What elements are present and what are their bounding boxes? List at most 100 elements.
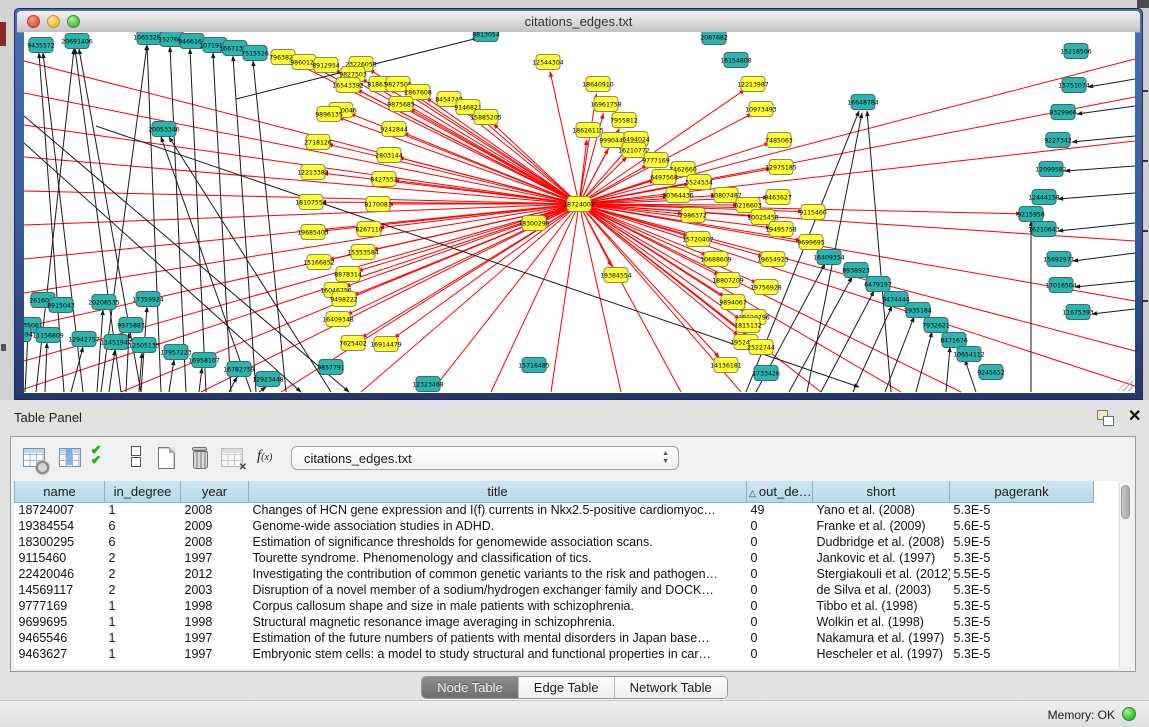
table-row[interactable]: 911546021997Tourette syndrome. Phenomeno… bbox=[15, 550, 1094, 566]
network-node[interactable]: 8912954 bbox=[312, 58, 340, 73]
network-node[interactable]: 17016504 bbox=[1045, 278, 1077, 293]
network-node[interactable]: 7625402 bbox=[339, 336, 367, 351]
network-node[interactable]: 18300295 bbox=[518, 216, 550, 231]
network-node[interactable]: 20206535 bbox=[88, 295, 120, 310]
network-node[interactable]: 7932621 bbox=[922, 318, 950, 333]
table-cell[interactable]: 19384554 bbox=[15, 518, 105, 534]
network-node[interactable]: 9463627 bbox=[764, 190, 792, 205]
table-cell[interactable]: 2012 bbox=[181, 566, 249, 582]
network-node[interactable]: 12923448 bbox=[252, 372, 284, 387]
network-node[interactable]: 8938923 bbox=[842, 263, 870, 278]
table-cell[interactable]: Tibbo et al. (1998) bbox=[813, 598, 950, 614]
table-cell[interactable]: Embryonic stem cells: a model to study s… bbox=[249, 646, 747, 662]
table-cell[interactable]: 22420046 bbox=[15, 566, 105, 582]
table-cell[interactable]: 1 bbox=[105, 630, 181, 646]
table-cell[interactable]: Stergiakouli et al. (2012) bbox=[813, 566, 950, 582]
table-cell[interactable]: 1 bbox=[105, 614, 181, 630]
network-node[interactable]: 2087682 bbox=[700, 32, 728, 45]
network-node[interactable]: 12444158 bbox=[1028, 190, 1060, 205]
column-header-out_de[interactable]: △out_de… bbox=[747, 481, 813, 502]
network-node[interactable]: 9975887 bbox=[117, 318, 145, 333]
network-node[interactable]: 2935184 bbox=[904, 303, 932, 318]
network-node[interactable]: 9777169 bbox=[642, 153, 670, 168]
network-node[interactable]: 20053346 bbox=[148, 122, 180, 137]
network-node[interactable]: 9699695 bbox=[797, 235, 825, 250]
table-cell[interactable]: 2 bbox=[105, 582, 181, 598]
table-cell[interactable]: 0 bbox=[747, 646, 813, 662]
network-node[interactable]: 18724007 bbox=[563, 197, 595, 212]
table-cell[interactable]: Estimation of significance thresholds fo… bbox=[249, 534, 747, 550]
table-cell[interactable]: Dudbridge et al. (2008) bbox=[813, 534, 950, 550]
network-node[interactable]: 12505135 bbox=[128, 338, 160, 353]
table-cell[interactable]: Jankovic et al. (1997) bbox=[813, 550, 950, 566]
delete-table-button[interactable]: ✕ bbox=[219, 445, 245, 471]
network-node[interactable]: 18807209 bbox=[712, 273, 744, 288]
network-node[interactable]: 9115460 bbox=[799, 205, 827, 220]
table-cell[interactable]: 1998 bbox=[181, 598, 249, 614]
network-node[interactable]: 8471676 bbox=[940, 333, 968, 348]
table-cell[interactable]: 5.3E-5 bbox=[950, 582, 1094, 598]
table-cell[interactable]: 0 bbox=[747, 550, 813, 566]
network-node[interactable]: 15720407 bbox=[682, 232, 714, 247]
table-cell[interactable]: 18300295 bbox=[15, 534, 105, 550]
table-cell[interactable]: 0 bbox=[747, 518, 813, 534]
network-node[interactable]: 2803144 bbox=[375, 148, 403, 163]
table-cell[interactable]: 5.3E-5 bbox=[950, 630, 1094, 646]
table-row[interactable]: 969969511998Structural magnetic resonanc… bbox=[15, 614, 1094, 630]
network-node[interactable]: 15166852 bbox=[303, 255, 335, 270]
table-cell[interactable]: 5.5E-5 bbox=[950, 566, 1094, 582]
column-header-in_degree[interactable]: in_degree bbox=[105, 481, 181, 502]
float-panel-button[interactable] bbox=[1097, 410, 1115, 426]
network-node[interactable]: 11451947 bbox=[100, 335, 132, 350]
network-node[interactable]: 7986372 bbox=[679, 208, 707, 223]
table-cell[interactable]: 5.3E-5 bbox=[950, 502, 1094, 518]
network-node[interactable]: 12975185 bbox=[765, 160, 797, 175]
table-cell[interactable]: 0 bbox=[747, 582, 813, 598]
table-row[interactable]: 1830029562008Estimation of significance … bbox=[15, 534, 1094, 550]
table-row[interactable]: 946554611997Estimation of the future num… bbox=[15, 630, 1094, 646]
network-node[interactable]: 9894067 bbox=[719, 295, 747, 310]
table-cell[interactable]: 0 bbox=[747, 566, 813, 582]
table-cell[interactable]: 0 bbox=[747, 598, 813, 614]
network-node[interactable]: 7515526 bbox=[241, 46, 269, 61]
table-cell[interactable]: 1 bbox=[105, 646, 181, 662]
table-cell[interactable]: 2008 bbox=[181, 502, 249, 518]
function-builder-button[interactable]: f(x) bbox=[255, 445, 281, 471]
table-row[interactable]: 1938455462009Genome-wide association stu… bbox=[15, 518, 1094, 534]
scrollbar-thumb[interactable] bbox=[1121, 485, 1130, 519]
table-cell[interactable]: 5.3E-5 bbox=[950, 550, 1094, 566]
table-cell[interactable]: 49 bbox=[747, 502, 813, 518]
unselect-all-button[interactable] bbox=[123, 445, 149, 471]
network-node[interactable]: 12323468 bbox=[412, 377, 444, 392]
network-node[interactable]: 16782759 bbox=[223, 362, 255, 377]
network-node[interactable]: 1815132 bbox=[734, 318, 762, 333]
network-node[interactable]: 20691406 bbox=[61, 34, 93, 49]
column-header-short[interactable]: short bbox=[813, 481, 950, 502]
tab-edge-table[interactable]: Edge Table bbox=[518, 677, 614, 698]
network-node[interactable]: 16914479 bbox=[370, 337, 402, 352]
table-cell[interactable]: 1 bbox=[105, 598, 181, 614]
network-node[interactable]: 12942757 bbox=[68, 332, 100, 347]
table-row[interactable]: 2242004622012Investigating the contribut… bbox=[15, 566, 1094, 582]
network-node[interactable]: 17359924 bbox=[132, 292, 164, 307]
network-node[interactable]: 18107554 bbox=[295, 195, 327, 210]
table-cell[interactable]: Franke et al. (2009) bbox=[813, 518, 950, 534]
network-node[interactable]: 15885205 bbox=[470, 110, 502, 125]
table-cell[interactable]: Wolkin et al. (1998) bbox=[813, 614, 950, 630]
network-node[interactable]: 9329966 bbox=[1049, 105, 1077, 120]
network-node[interactable]: 16961758 bbox=[590, 97, 622, 112]
table-selector-dropdown[interactable]: citations_edges.txt ▲▼ bbox=[291, 446, 679, 470]
table-cell[interactable]: 1997 bbox=[181, 630, 249, 646]
network-node[interactable]: 19384554 bbox=[600, 268, 632, 283]
network-node[interactable]: 9498222 bbox=[330, 292, 358, 307]
table-cell[interactable]: 0 bbox=[747, 630, 813, 646]
table-cell[interactable]: 5.6E-5 bbox=[950, 518, 1094, 534]
network-canvas[interactable]: 9435572206914061065328715276028466160107… bbox=[24, 32, 1135, 393]
network-node[interactable]: 19495758 bbox=[765, 222, 797, 237]
column-header-name[interactable]: name bbox=[15, 481, 105, 502]
table-cell[interactable]: Changes of HCN gene expression and I(f) … bbox=[249, 502, 747, 518]
table-cell[interactable]: 5.3E-5 bbox=[950, 598, 1094, 614]
table-cell[interactable]: Genome-wide association studies in ADHD. bbox=[249, 518, 747, 534]
network-node[interactable]: 15353584 bbox=[347, 245, 379, 260]
network-node[interactable]: 12213987 bbox=[737, 77, 769, 92]
